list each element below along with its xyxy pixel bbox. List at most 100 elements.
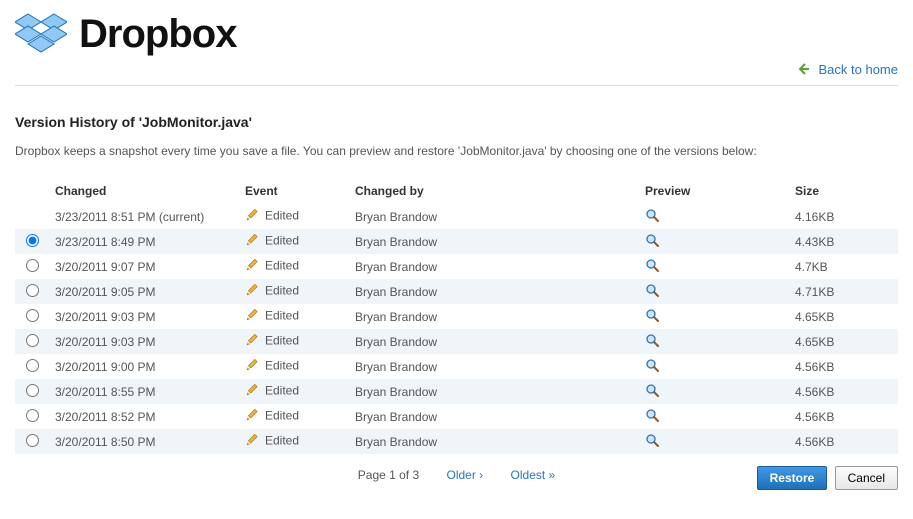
page-subtitle: Dropbox keeps a snapshot every time you … bbox=[15, 144, 898, 158]
table-row: 3/20/2011 9:00 PM Edited Bryan Brandow 4.56… bbox=[15, 354, 898, 379]
table-row: 3/23/2011 8:51 PM (current)EditedBryan B… bbox=[15, 204, 898, 229]
changed-cell: 3/20/2011 9:05 PM bbox=[49, 279, 239, 304]
version-radio[interactable] bbox=[26, 334, 39, 347]
changed-cell: 3/23/2011 8:51 PM (current) bbox=[49, 204, 239, 229]
preview-cell bbox=[639, 254, 789, 279]
changedby-cell: Bryan Brandow bbox=[349, 254, 639, 279]
version-radio[interactable] bbox=[26, 384, 39, 397]
version-radio[interactable] bbox=[26, 259, 39, 272]
changedby-cell: Bryan Brandow bbox=[349, 304, 639, 329]
footer: Page 1 of 3 Older › Oldest » Restore Can… bbox=[15, 468, 898, 494]
magnify-icon[interactable] bbox=[645, 258, 659, 275]
divider bbox=[15, 85, 898, 86]
magnify-icon[interactable] bbox=[645, 433, 659, 450]
event-text: Edited bbox=[265, 209, 299, 223]
preview-cell bbox=[639, 429, 789, 454]
table-row: 3/20/2011 9:05 PM Edited Bryan Brandow 4.71… bbox=[15, 279, 898, 304]
size-cell: 4.43KB bbox=[789, 229, 898, 254]
preview-cell bbox=[639, 304, 789, 329]
event-text: Edited bbox=[265, 359, 299, 373]
size-cell: 4.56KB bbox=[789, 379, 898, 404]
event-text: Edited bbox=[265, 334, 299, 348]
size-cell: 4.71KB bbox=[789, 279, 898, 304]
cancel-button[interactable]: Cancel bbox=[835, 466, 898, 490]
event-cell: Edited bbox=[239, 229, 349, 254]
magnify-icon[interactable] bbox=[645, 333, 659, 350]
back-to-home-link[interactable]: Back to home bbox=[819, 62, 899, 77]
col-changed: Changed bbox=[49, 180, 239, 204]
preview-cell bbox=[639, 404, 789, 429]
version-radio[interactable] bbox=[26, 359, 39, 372]
pager-oldest[interactable]: Oldest » bbox=[511, 468, 556, 482]
event-text: Edited bbox=[265, 409, 299, 423]
changed-cell: 3/20/2011 9:00 PM bbox=[49, 354, 239, 379]
back-arrow-icon bbox=[797, 62, 811, 79]
magnify-icon[interactable] bbox=[645, 233, 659, 250]
header: Dropbox bbox=[15, 0, 898, 62]
table-row: 3/23/2011 8:49 PMEditedBryan Brandow4.43… bbox=[15, 229, 898, 254]
size-cell: 4.65KB bbox=[789, 304, 898, 329]
magnify-icon[interactable] bbox=[645, 408, 659, 425]
page-title: Version History of 'JobMonitor.java' bbox=[15, 114, 898, 130]
col-preview: Preview bbox=[639, 180, 789, 204]
magnify-icon[interactable] bbox=[645, 383, 659, 400]
table-row: 3/20/2011 8:52 PMEditedBryan Brandow4.56… bbox=[15, 404, 898, 429]
size-cell: 4.56KB bbox=[789, 429, 898, 454]
table-row: 3/20/2011 8:50 PMEditedBryan Brandow4.56… bbox=[15, 429, 898, 454]
preview-cell bbox=[639, 379, 789, 404]
pencil-icon bbox=[245, 383, 259, 400]
version-radio[interactable] bbox=[26, 409, 39, 422]
changedby-cell: Bryan Brandow bbox=[349, 354, 639, 379]
version-radio[interactable] bbox=[26, 234, 39, 247]
pencil-icon bbox=[245, 233, 259, 250]
changedby-cell: Bryan Brandow bbox=[349, 404, 639, 429]
event-cell: Edited bbox=[239, 404, 349, 429]
event-cell: Edited bbox=[239, 429, 349, 454]
magnify-icon[interactable] bbox=[645, 358, 659, 375]
event-cell: Edited bbox=[239, 354, 349, 379]
pager-label: Page 1 of 3 bbox=[358, 468, 419, 482]
brand-name: Dropbox bbox=[79, 12, 236, 57]
size-cell: 4.7KB bbox=[789, 254, 898, 279]
event-text: Edited bbox=[265, 234, 299, 248]
event-text: Edited bbox=[265, 259, 299, 273]
event-cell: Edited bbox=[239, 329, 349, 354]
magnify-icon[interactable] bbox=[645, 283, 659, 300]
magnify-icon[interactable] bbox=[645, 208, 659, 225]
pencil-icon bbox=[245, 283, 259, 300]
event-text: Edited bbox=[265, 309, 299, 323]
event-cell: Edited bbox=[239, 204, 349, 229]
preview-cell bbox=[639, 279, 789, 304]
changedby-cell: Bryan Brandow bbox=[349, 379, 639, 404]
pencil-icon bbox=[245, 433, 259, 450]
changed-cell: 3/20/2011 8:50 PM bbox=[49, 429, 239, 454]
event-text: Edited bbox=[265, 284, 299, 298]
pencil-icon bbox=[245, 333, 259, 350]
preview-cell bbox=[639, 204, 789, 229]
col-size: Size bbox=[789, 180, 898, 204]
version-radio[interactable] bbox=[26, 309, 39, 322]
table-row: 3/20/2011 9:03 PMEditedBryan Brandow4.65… bbox=[15, 304, 898, 329]
changed-cell: 3/20/2011 8:55 PM bbox=[49, 379, 239, 404]
version-radio[interactable] bbox=[26, 284, 39, 297]
pencil-icon bbox=[245, 358, 259, 375]
pencil-icon bbox=[245, 408, 259, 425]
changed-cell: 3/23/2011 8:49 PM bbox=[49, 229, 239, 254]
col-changedby: Changed by bbox=[349, 180, 639, 204]
changed-cell: 3/20/2011 8:52 PM bbox=[49, 404, 239, 429]
restore-button[interactable]: Restore bbox=[757, 466, 828, 490]
dropbox-logo-icon bbox=[15, 10, 67, 58]
table-row: 3/20/2011 9:03 PMEditedBryan Brandow4.65… bbox=[15, 329, 898, 354]
magnify-icon[interactable] bbox=[645, 308, 659, 325]
changedby-cell: Bryan Brandow bbox=[349, 279, 639, 304]
size-cell: 4.56KB bbox=[789, 354, 898, 379]
table-row: 3/20/2011 8:55 PMEditedBryan Brandow4.56… bbox=[15, 379, 898, 404]
changed-cell: 3/20/2011 9:07 PM bbox=[49, 254, 239, 279]
preview-cell bbox=[639, 329, 789, 354]
action-buttons: Restore Cancel bbox=[757, 466, 898, 490]
version-table: Changed Event Changed by Preview Size 3/… bbox=[15, 180, 898, 454]
event-text: Edited bbox=[265, 434, 299, 448]
size-cell: 4.65KB bbox=[789, 329, 898, 354]
version-radio[interactable] bbox=[26, 434, 39, 447]
pager-older[interactable]: Older › bbox=[447, 468, 484, 482]
